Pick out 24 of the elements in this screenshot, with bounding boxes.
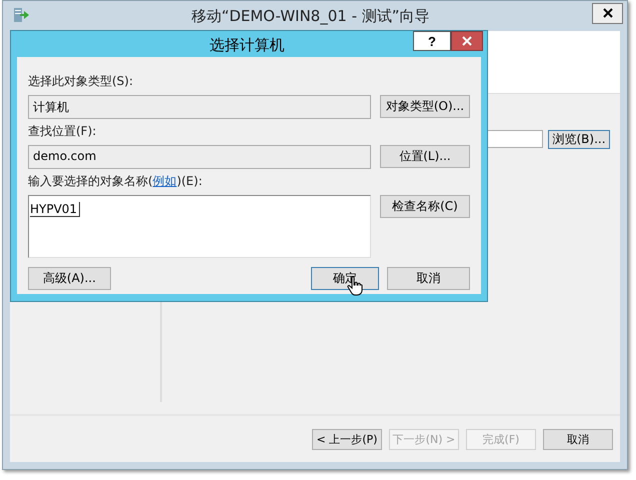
- wizard-button[interactable]: 取消: [543, 428, 613, 450]
- field-label: 查找位置(F):: [28, 123, 98, 140]
- field-label: 输入要选择的对象名称(例如)(E):: [28, 173, 204, 190]
- window-title: 移动“DEMO-WIN8_01 - 测试”向导: [190, 6, 431, 26]
- wizard-icon: [13, 7, 29, 25]
- browse-button[interactable]: 浏览(B)...: [548, 130, 610, 149]
- close-icon: [462, 36, 472, 46]
- input-field[interactable]: demo.com: [28, 145, 371, 169]
- input-field[interactable]: 计算机: [28, 95, 371, 119]
- dialog-button[interactable]: 高级(A)...: [28, 267, 111, 290]
- dialog-button[interactable]: 取消: [387, 267, 470, 290]
- wizard-button[interactable]: < 上一步(P): [312, 428, 382, 450]
- dialog-title: 选择计算机: [208, 35, 286, 55]
- input-field[interactable]: HYPV01: [28, 195, 371, 258]
- check-names-button[interactable]: 检查名称(C): [380, 195, 470, 218]
- close-icon: [602, 8, 612, 18]
- example-link[interactable]: 例如: [152, 174, 177, 188]
- dialog-button[interactable]: 位置(L)...: [380, 145, 470, 168]
- dialog-button[interactable]: 对象类型(O)...: [380, 95, 470, 118]
- close-button[interactable]: [451, 31, 483, 51]
- input-text: HYPV01: [30, 202, 80, 217]
- help-button[interactable]: ?: [413, 31, 451, 51]
- close-button[interactable]: [592, 2, 623, 24]
- field-label: 选择此对象类型(S):: [28, 73, 134, 90]
